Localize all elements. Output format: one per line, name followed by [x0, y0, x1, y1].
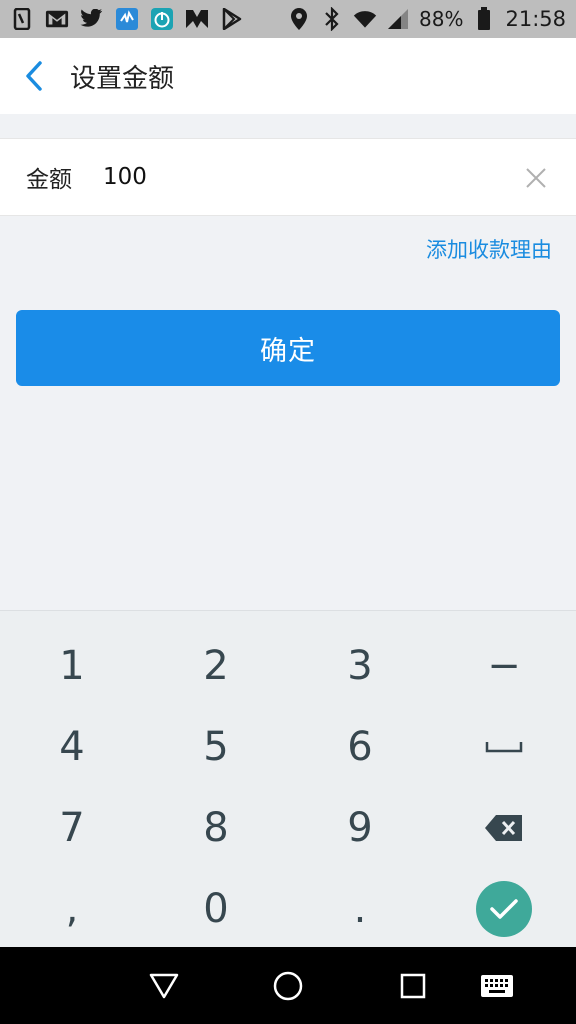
key-8[interactable]: 8 [144, 787, 288, 868]
gmail-icon [45, 7, 69, 31]
amount-input[interactable] [103, 164, 483, 190]
key-0[interactable]: 0 [144, 868, 288, 949]
add-reason-link[interactable]: 添加收款理由 [426, 234, 552, 264]
key-7[interactable]: 7 [0, 787, 144, 868]
location-icon [287, 7, 311, 31]
notification-icons [10, 7, 244, 31]
home-circle-icon[interactable] [268, 966, 308, 1006]
recents-square-icon[interactable] [393, 966, 433, 1006]
navigation-bar [0, 947, 576, 1024]
wifi-icon [353, 7, 377, 31]
space-icon [485, 741, 523, 752]
key-period[interactable]: . [288, 868, 432, 949]
key-3[interactable]: 3 [288, 625, 432, 706]
back-button[interactable] [0, 38, 68, 114]
key-backspace[interactable] [432, 787, 576, 868]
phone-icon [10, 7, 34, 31]
play-store-icon [220, 7, 244, 31]
battery-icon [472, 7, 496, 31]
system-icons: 88% 21:58 [287, 7, 566, 31]
status-bar: 88% 21:58 [0, 0, 576, 38]
bluetooth-icon [320, 7, 344, 31]
confirm-button[interactable]: 确定 [16, 310, 560, 386]
key-5[interactable]: 5 [144, 706, 288, 787]
twitter-icon [80, 7, 104, 31]
key-space[interactable] [432, 706, 576, 787]
keyboard-icon[interactable] [477, 966, 517, 1006]
backspace-icon [485, 814, 522, 841]
page-title: 设置金额 [70, 63, 175, 94]
signal-icon [386, 7, 410, 31]
key-9[interactable]: 9 [288, 787, 432, 868]
battery-percent: 88% [419, 7, 464, 31]
amount-row: 金额 [0, 138, 576, 216]
clear-button[interactable] [522, 164, 550, 192]
amount-label: 金额 [26, 167, 72, 193]
timer-icon [150, 7, 174, 31]
app-icon [115, 7, 139, 31]
back-triangle-icon[interactable] [144, 966, 184, 1006]
key-done[interactable] [432, 868, 576, 949]
key-1[interactable]: 1 [0, 625, 144, 706]
key-6[interactable]: 6 [288, 706, 432, 787]
key-2[interactable]: 2 [144, 625, 288, 706]
key-4[interactable]: 4 [0, 706, 144, 787]
close-icon [526, 168, 546, 188]
chevron-left-icon [26, 61, 42, 91]
m-icon [185, 7, 209, 31]
numeric-keyboard: 1 2 3 − 4 5 6 7 8 9 , 0 . [0, 610, 576, 947]
key-minus[interactable]: − [432, 625, 576, 706]
clock: 21:58 [505, 7, 566, 31]
title-bar: 设置金额 [0, 38, 576, 114]
done-circle [476, 880, 532, 937]
check-icon [490, 898, 518, 919]
key-comma[interactable]: , [0, 868, 144, 949]
